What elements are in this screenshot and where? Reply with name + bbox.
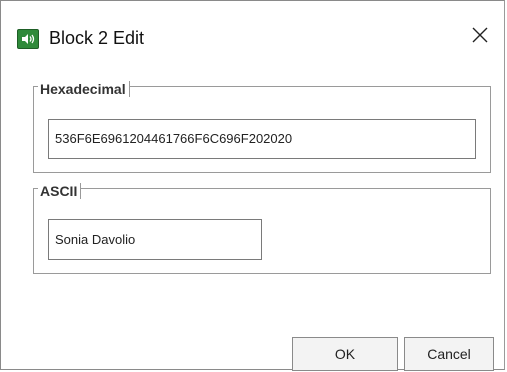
- ok-button[interactable]: OK: [292, 337, 398, 371]
- close-button[interactable]: [462, 19, 498, 55]
- ascii-group: ASCII Sonia Davolio: [33, 183, 491, 274]
- close-icon: [472, 27, 488, 48]
- dialog-window: Block 2 Edit Hexadecimal 536F6E696120446…: [0, 0, 505, 371]
- cancel-button[interactable]: Cancel: [404, 337, 494, 371]
- hexadecimal-label: Hexadecimal: [38, 81, 130, 97]
- window-title: Block 2 Edit: [49, 28, 145, 48]
- hexadecimal-input[interactable]: 536F6E6961204461766F6C696F202020: [48, 119, 476, 159]
- ascii-input[interactable]: Sonia Davolio: [48, 219, 262, 260]
- title-bar[interactable]: Block 2 Edit: [1, 1, 504, 61]
- hexadecimal-group: Hexadecimal 536F6E6961204461766F6C696F20…: [33, 81, 491, 173]
- ascii-label: ASCII: [38, 183, 82, 199]
- speaker-tag-icon: [17, 29, 39, 49]
